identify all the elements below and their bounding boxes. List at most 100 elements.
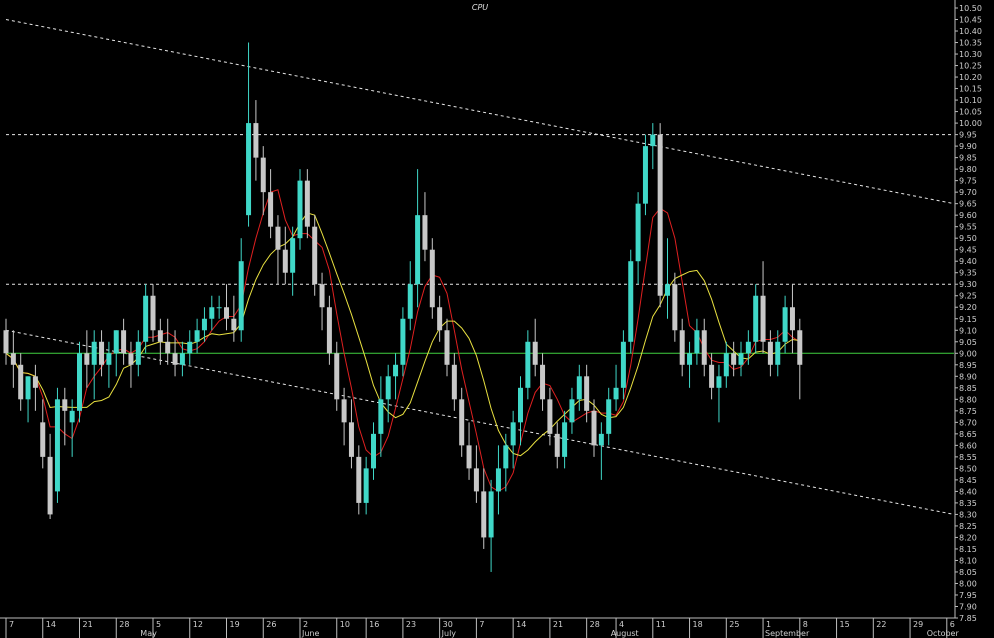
y-tick-label: 9.55 bbox=[959, 223, 977, 232]
candle-body bbox=[407, 284, 413, 319]
candle-body bbox=[84, 353, 90, 365]
candle-body bbox=[444, 330, 450, 365]
x-day-label: 2 bbox=[303, 620, 308, 629]
candle-body bbox=[466, 445, 472, 469]
y-tick-label: 8.05 bbox=[959, 568, 977, 577]
candle-body bbox=[128, 353, 134, 365]
candle-body bbox=[716, 376, 722, 388]
y-tick-label: 8.80 bbox=[959, 395, 977, 404]
x-day-label: 23 bbox=[406, 620, 416, 629]
y-tick-label: 9.45 bbox=[959, 246, 977, 255]
y-tick-label: 8.60 bbox=[959, 441, 977, 450]
candle-body bbox=[687, 353, 693, 365]
x-day-label: 16 bbox=[369, 620, 379, 629]
candle-body bbox=[488, 491, 494, 538]
candle-body bbox=[312, 226, 318, 285]
candlestick-chart: CPU 7.85 7.90 7.95 8.00 8.05 8.10 8.15 8.20 8.25… bbox=[0, 0, 994, 638]
plot-background bbox=[0, 0, 994, 638]
chart-title: CPU bbox=[472, 3, 488, 12]
candle-body bbox=[54, 399, 60, 492]
y-tick-label: 8.25 bbox=[959, 522, 977, 531]
x-month-label: July bbox=[441, 629, 457, 638]
candle-body bbox=[547, 399, 553, 434]
y-tick-label: 10.25 bbox=[959, 62, 982, 71]
candle-body bbox=[77, 353, 82, 411]
candle-body bbox=[40, 422, 46, 457]
candle-body bbox=[591, 410, 597, 446]
y-tick-label: 10.10 bbox=[959, 96, 982, 105]
candle-body bbox=[91, 341, 97, 365]
y-tick-label: 8.75 bbox=[959, 407, 977, 416]
x-month-label: August bbox=[611, 629, 639, 638]
y-tick-label: 9.20 bbox=[959, 303, 977, 312]
candle-body bbox=[598, 433, 604, 446]
y-tick-label: 9.50 bbox=[959, 234, 977, 243]
y-tick-label: 10.20 bbox=[959, 73, 982, 82]
x-day-label: 7 bbox=[9, 620, 14, 629]
candle-body bbox=[797, 330, 803, 365]
candle-body bbox=[510, 422, 516, 446]
y-tick-label: 7.95 bbox=[959, 591, 977, 600]
x-day-label: 28 bbox=[590, 620, 600, 629]
x-day-label: 7 bbox=[479, 620, 484, 629]
y-tick-label: 8.85 bbox=[959, 384, 977, 393]
candle-body bbox=[767, 341, 773, 365]
candle-body bbox=[606, 399, 612, 434]
y-tick-label: 9.00 bbox=[959, 349, 977, 358]
x-day-label: 5 bbox=[156, 620, 161, 629]
candle bbox=[77, 341, 82, 423]
candle-body bbox=[503, 445, 509, 469]
y-tick-label: 9.05 bbox=[959, 338, 977, 347]
candle-body bbox=[297, 180, 303, 239]
candle bbox=[54, 387, 60, 503]
y-tick-label: 9.30 bbox=[959, 280, 977, 289]
candle-body bbox=[356, 456, 362, 503]
candle-body bbox=[157, 330, 163, 342]
candle bbox=[642, 134, 648, 216]
y-tick-label: 9.65 bbox=[959, 200, 977, 209]
candle-body bbox=[194, 330, 200, 342]
y-tick-label: 10.45 bbox=[959, 16, 982, 25]
candle-body bbox=[620, 341, 626, 388]
y-tick-label: 8.15 bbox=[959, 545, 977, 554]
y-tick-label: 10.40 bbox=[959, 27, 982, 36]
y-tick-label: 9.90 bbox=[959, 142, 977, 151]
candle-body bbox=[731, 353, 737, 365]
x-day-label: 15 bbox=[840, 620, 850, 629]
candle-body bbox=[709, 364, 715, 388]
x-day-label: 28 bbox=[119, 620, 129, 629]
candle-body bbox=[32, 376, 38, 388]
y-tick-label: 8.55 bbox=[959, 453, 977, 462]
y-tick-label: 7.90 bbox=[959, 602, 977, 611]
candle-body bbox=[341, 399, 347, 423]
x-day-label: 19 bbox=[230, 620, 240, 629]
y-tick-label: 10.30 bbox=[959, 50, 982, 59]
candle-body bbox=[10, 353, 16, 365]
candle-body bbox=[246, 123, 252, 216]
candle bbox=[297, 169, 303, 250]
candle-body bbox=[672, 284, 678, 331]
x-day-label: 30 bbox=[443, 620, 453, 629]
candle-body bbox=[179, 353, 185, 365]
y-tick-label: 7.85 bbox=[959, 614, 977, 623]
candle-body bbox=[473, 468, 479, 492]
y-tick-label: 8.20 bbox=[959, 533, 977, 542]
candle-body bbox=[775, 341, 781, 365]
candle-body bbox=[231, 318, 237, 331]
candle-body bbox=[378, 399, 384, 434]
x-day-label: 4 bbox=[619, 620, 624, 629]
candle-body bbox=[554, 433, 560, 457]
candle-body bbox=[385, 376, 391, 400]
candle-body bbox=[635, 203, 641, 262]
candle-body bbox=[304, 180, 310, 227]
y-tick-label: 8.00 bbox=[959, 579, 977, 588]
y-tick-label: 8.30 bbox=[959, 510, 977, 519]
y-tick-label: 9.10 bbox=[959, 326, 977, 335]
candle-body bbox=[268, 192, 274, 227]
x-day-label: 18 bbox=[693, 620, 703, 629]
x-day-label: 26 bbox=[266, 620, 276, 629]
candle-body bbox=[540, 364, 546, 400]
candle-body bbox=[576, 376, 582, 400]
candle-body bbox=[753, 295, 759, 342]
candle-body bbox=[782, 307, 788, 342]
